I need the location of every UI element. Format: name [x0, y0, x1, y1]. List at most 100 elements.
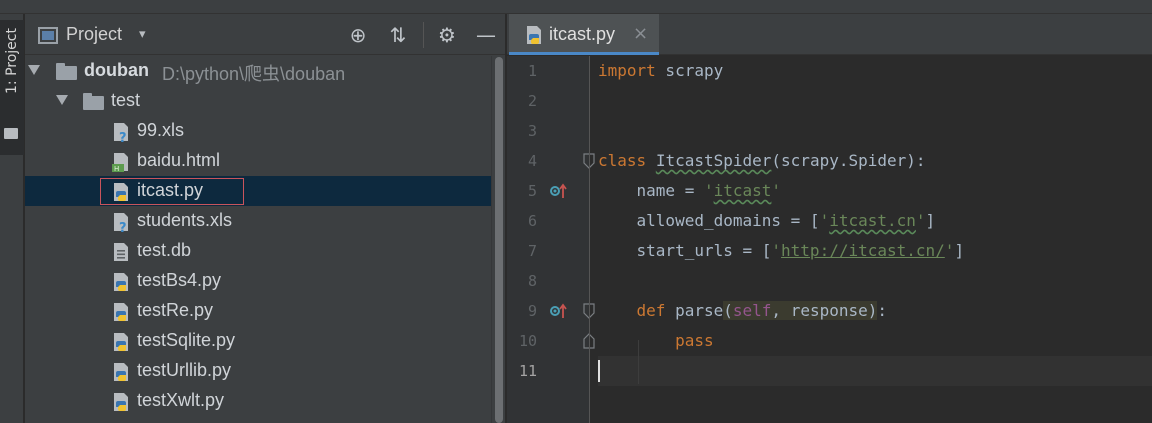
- project-scrollbar[interactable]: [491, 56, 505, 423]
- line-number: 2: [527, 92, 537, 110]
- tree-node-root[interactable]: douban D:\python\爬虫\douban: [25, 56, 491, 86]
- project-tree: douban D:\python\爬虫\douban test ? 99.xls H…: [25, 56, 491, 423]
- code-text[interactable]: import scrapy class ItcastSpider(scrapy.…: [598, 56, 1152, 423]
- token-text: ]: [954, 241, 965, 260]
- override-marker-icon[interactable]: [549, 302, 569, 320]
- line-number: 11: [518, 362, 537, 380]
- indent-guide: [638, 340, 639, 384]
- line-number: 4: [527, 152, 537, 170]
- selection-outline: [100, 178, 244, 205]
- tree-file-item[interactable]: testUrllib.py: [25, 356, 491, 386]
- scrollbar-thumb[interactable]: [495, 57, 503, 423]
- tree-node-label: douban: [84, 60, 149, 80]
- line-number: 8: [527, 272, 537, 290]
- tree-file-item[interactable]: testSqlite.py: [25, 326, 491, 356]
- folder-icon: [4, 128, 18, 139]
- token-function-name: parse: [675, 301, 724, 320]
- tab-itcast-py[interactable]: itcast.py ×: [509, 14, 659, 55]
- token-keyword: class: [598, 151, 647, 170]
- project-tool-label: 1: Project: [4, 28, 20, 94]
- token-string: itcast.cn: [829, 211, 916, 230]
- token-paren: ): [867, 301, 878, 320]
- line-number: 5: [527, 182, 537, 200]
- expand-arrow-icon[interactable]: [28, 65, 40, 75]
- close-icon[interactable]: ×: [633, 23, 648, 44]
- tree-file-label: students.xls: [137, 210, 233, 230]
- token-string: itcast: [713, 181, 772, 200]
- tree-file-item[interactable]: ? 99.xls: [25, 116, 491, 146]
- tree-node-label: test: [111, 90, 141, 110]
- code-line-10: pass: [598, 326, 1152, 356]
- code-line-11: [598, 356, 1152, 386]
- previous-window-strip: [0, 0, 1152, 14]
- line-number: 3: [527, 122, 537, 140]
- tree-file-item[interactable]: Hbaidu.html: [25, 146, 491, 176]
- project-panel-header: Project ▾ ⊕ ⇅ ⚙ —: [25, 14, 505, 55]
- token-text: :: [877, 301, 888, 320]
- python-file-icon: [114, 303, 128, 321]
- editor-tab-bar: itcast.py ×: [507, 14, 1152, 55]
- chevron-down-icon[interactable]: ▾: [139, 27, 146, 42]
- code-line-1: import scrapy: [598, 56, 1152, 86]
- tree-file-label: testUrllib.py: [137, 360, 232, 380]
- locate-icon[interactable]: ⊕: [345, 22, 371, 48]
- token-string: ': [944, 241, 955, 260]
- text-caret: [598, 360, 600, 382]
- collapse-all-icon[interactable]: ⇅: [385, 22, 411, 48]
- parameter-list-highlight: (self, response): [723, 301, 878, 320]
- tree-file-item[interactable]: itcast.py: [25, 176, 491, 206]
- token-text: name =: [598, 181, 704, 200]
- tree-file-label: testBs4.py: [137, 270, 222, 290]
- token-text: (scrapy.Spider):: [771, 151, 926, 170]
- minimize-icon[interactable]: —: [473, 22, 499, 48]
- tree-file-item[interactable]: testRe.py: [25, 296, 491, 326]
- tree-node-folder[interactable]: test: [25, 86, 491, 116]
- token-string: ': [819, 211, 830, 230]
- tree-file-label: testSqlite.py: [137, 330, 236, 350]
- gear-icon[interactable]: ⚙: [434, 22, 460, 48]
- token-text: start_urls = [: [598, 241, 772, 260]
- code-line-9: def parse(self, response):: [598, 296, 1152, 326]
- token-keyword: pass: [675, 331, 714, 350]
- project-tool-button[interactable]: 1: Project: [0, 20, 24, 155]
- token-string: ': [915, 211, 926, 230]
- editor-area: itcast.py × 1 2 3 4 5 6 7 8 9 10 11 import s: [507, 14, 1152, 423]
- token-paren: (: [723, 301, 733, 320]
- token-string: ': [703, 181, 714, 200]
- tree-file-item[interactable]: testBs4.py: [25, 266, 491, 296]
- tree-file-label: testRe.py: [137, 300, 214, 320]
- python-file-icon: [527, 26, 541, 44]
- tree-file-label: 99.xls: [137, 120, 185, 140]
- unknown-file-icon: ?: [114, 123, 128, 143]
- svg-text:H: H: [114, 165, 119, 173]
- tree-file-label: baidu.html: [137, 150, 221, 170]
- svg-text:?: ?: [119, 131, 127, 143]
- override-marker-icon[interactable]: [549, 182, 569, 200]
- url-link[interactable]: http://itcast.cn/: [781, 241, 945, 260]
- token-class-name: ItcastSpider: [655, 151, 772, 170]
- line-number: 6: [527, 212, 537, 230]
- line-number: 7: [527, 242, 537, 260]
- line-number: 9: [527, 302, 537, 320]
- active-tab-indicator: [509, 52, 659, 55]
- project-view-icon: [38, 27, 58, 44]
- editor-gutter[interactable]: 1 2 3 4 5 6 7 8 9 10 11: [507, 56, 595, 423]
- token-params: , response: [771, 301, 868, 320]
- unknown-file-icon: ?: [114, 213, 128, 233]
- text-file-icon: [114, 243, 128, 261]
- expand-arrow-icon[interactable]: [56, 95, 68, 105]
- project-view-selector[interactable]: Project: [66, 24, 122, 45]
- code-line-6: allowed_domains = ['itcast.cn']: [598, 206, 1152, 236]
- token-string: ': [771, 241, 782, 260]
- tree-file-label: test.db: [137, 240, 192, 260]
- tree-file-label: testXwlt.py: [137, 390, 225, 410]
- tree-file-item[interactable]: testXwlt.py: [25, 386, 491, 416]
- token-text: scrapy: [655, 61, 724, 80]
- tree-file-item[interactable]: ? students.xls: [25, 206, 491, 236]
- python-file-icon: [114, 333, 128, 351]
- tree-file-item[interactable]: test.db: [25, 236, 491, 266]
